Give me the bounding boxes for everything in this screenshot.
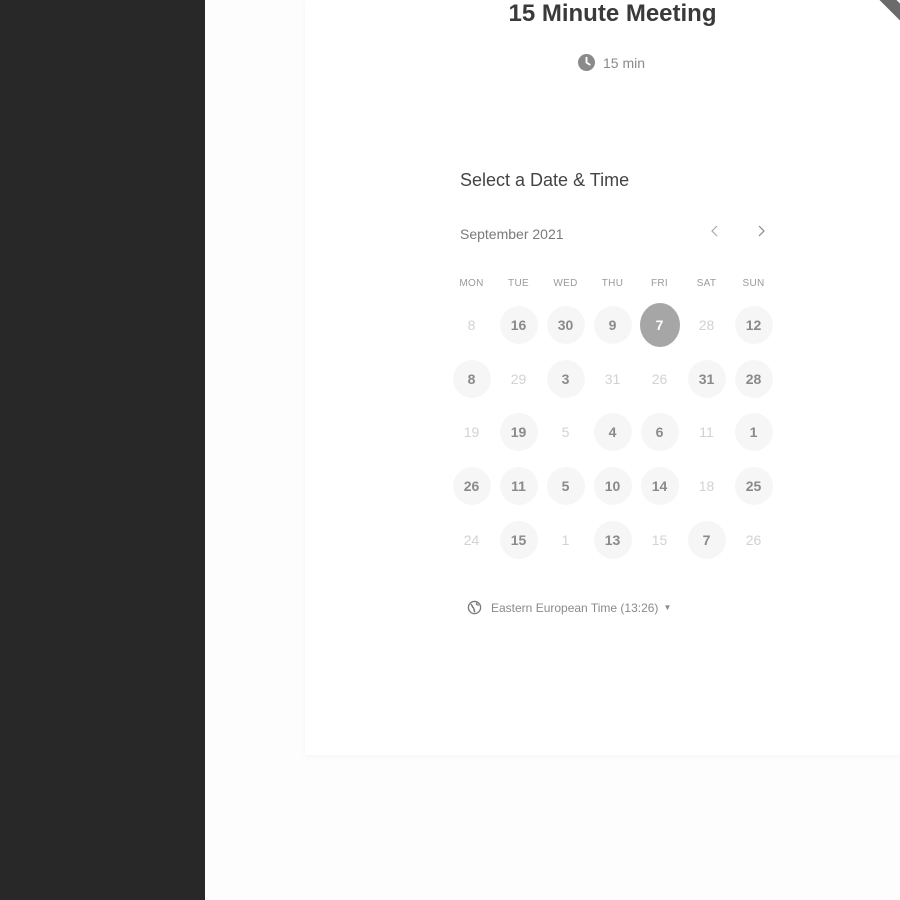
- calendar-cell: 4: [589, 405, 636, 459]
- calendar-day-available[interactable]: 19: [499, 413, 538, 452]
- event-duration: 15 min: [578, 54, 645, 71]
- calendar-cell: 26: [448, 459, 495, 513]
- chevron-right-icon: [758, 225, 765, 237]
- calendar-day-available[interactable]: 9: [593, 305, 632, 344]
- calendar-day-available[interactable]: 3: [546, 359, 585, 398]
- calendar-day-available[interactable]: 5: [546, 466, 585, 505]
- calendar-cell: 1: [730, 405, 777, 459]
- calendar-day-available[interactable]: 12: [734, 305, 773, 344]
- calendar-day-unavailable: 8: [467, 316, 476, 333]
- calendar-day-available[interactable]: 28: [734, 359, 773, 398]
- page: 15 Minute Meeting 15 min Select a Date &…: [0, 0, 900, 900]
- calendar-day-available[interactable]: 4: [593, 413, 632, 452]
- calendar-cell: 24: [448, 513, 495, 567]
- calendar-cell: 31: [589, 352, 636, 406]
- chevron-left-icon: [711, 225, 718, 237]
- calendar-cell: 5: [542, 405, 589, 459]
- calendar-day-unavailable: 11: [699, 424, 714, 441]
- calendar-cell: 19: [448, 405, 495, 459]
- next-month-button[interactable]: [750, 222, 772, 244]
- calendar-cell: 8: [448, 352, 495, 406]
- calendar-cell: 6: [636, 405, 683, 459]
- calendar-cell: 1: [542, 513, 589, 567]
- left-dark-panel: [0, 0, 205, 900]
- calendar-day-unavailable: 26: [745, 531, 762, 548]
- calendar-day-unavailable: 18: [698, 477, 715, 494]
- calendar-cell: 11: [495, 459, 542, 513]
- calendar-day-available[interactable]: 7: [687, 520, 726, 559]
- calendar-cell: 28: [683, 298, 730, 352]
- weekday-label: FRI: [650, 278, 668, 289]
- calendar-cell: 15: [636, 513, 683, 567]
- calendar-day-available[interactable]: 15: [499, 520, 538, 559]
- calendar-day-available[interactable]: 26: [452, 466, 491, 505]
- calendar-day-unavailable: 19: [463, 424, 480, 441]
- calendar-day-unavailable: 31: [604, 370, 621, 387]
- select-date-time-heading: Select a Date & Time: [460, 170, 630, 190]
- calendar-day-unavailable: 26: [651, 370, 668, 387]
- calendar-cell: 11: [683, 405, 730, 459]
- calendar-day-available[interactable]: 30: [546, 305, 585, 344]
- calendar-day-available[interactable]: 11: [499, 466, 538, 505]
- caret-down-icon: ▼: [663, 603, 672, 612]
- calendar-cell: 29: [495, 352, 542, 406]
- calendar-day-unavailable: 29: [510, 370, 527, 387]
- weekday-label: THU: [601, 278, 624, 289]
- globe-icon: [467, 600, 482, 615]
- previous-month-button[interactable]: [704, 222, 726, 244]
- calendar-cell: 3: [542, 352, 589, 406]
- calendar-cell: 13: [589, 513, 636, 567]
- calendar-day-available[interactable]: 14: [640, 466, 679, 505]
- calendar-day-available[interactable]: 31: [687, 359, 726, 398]
- calendar-cell: 19: [495, 405, 542, 459]
- weekday-header-row: MON TUE WED THU FRI SAT SUN: [448, 278, 776, 289]
- weekday-label: WED: [553, 278, 578, 289]
- calendar-cell: 7: [636, 298, 683, 352]
- calendar-cell: 9: [589, 298, 636, 352]
- calendar-grid: 8 16 30 9 7 28 12 8 29 3 31 26 31 28 19 19 5 4 6 11 1 26 11 5 10…: [448, 298, 777, 566]
- weekday-label: SAT: [696, 278, 717, 289]
- calendar-cell: 30: [542, 298, 589, 352]
- calendar-day-unavailable: 24: [463, 531, 480, 548]
- calendar-cell: 10: [589, 459, 636, 513]
- calendar-cell: 26: [636, 352, 683, 406]
- calendar-cell: 7: [683, 513, 730, 567]
- calendar-cell: 16: [495, 298, 542, 352]
- weekday-label: MON: [459, 278, 484, 289]
- calendar-day-available[interactable]: 10: [593, 466, 632, 505]
- month-navigation: September 2021: [460, 224, 772, 246]
- calendar-cell: 26: [730, 513, 777, 567]
- calendar-cell: 28: [730, 352, 777, 406]
- calendar-day-available[interactable]: 6: [640, 413, 679, 452]
- calendar-cell: 8: [448, 298, 495, 352]
- calendar-day-unavailable: 15: [651, 531, 668, 548]
- calendar-day-unavailable: 28: [698, 316, 715, 333]
- event-title: 15 Minute Meeting: [508, 0, 717, 27]
- weekday-label: SUN: [742, 278, 765, 289]
- clock-icon: [578, 54, 595, 71]
- calendar-day-available[interactable]: 8: [452, 359, 491, 398]
- timezone-label: Eastern European Time (13:26): [491, 600, 659, 615]
- month-label: September 2021: [460, 226, 564, 242]
- calendar-day-available[interactable]: 25: [734, 466, 773, 505]
- calendar-day-available[interactable]: 13: [593, 520, 632, 559]
- timezone-selector[interactable]: Eastern European Time (13:26) ▼: [467, 600, 671, 615]
- calendar-day-selected[interactable]: 7: [639, 302, 680, 347]
- corner-ribbon-badge[interactable]: [876, 0, 900, 26]
- ribbon-bar: [876, 0, 900, 25]
- calendar-cell: 25: [730, 459, 777, 513]
- calendar-day-unavailable: 1: [561, 531, 570, 548]
- weekday-label: TUE: [508, 278, 529, 289]
- calendar-cell: 18: [683, 459, 730, 513]
- calendar-cell: 14: [636, 459, 683, 513]
- calendar-cell: 15: [495, 513, 542, 567]
- calendar-day-available[interactable]: 16: [499, 305, 538, 344]
- duration-label: 15 min: [603, 54, 646, 71]
- calendar-cell: 31: [683, 352, 730, 406]
- calendar-day-available[interactable]: 1: [734, 413, 773, 452]
- calendar-cell: 12: [730, 298, 777, 352]
- calendar-cell: 5: [542, 459, 589, 513]
- calendar-day-unavailable: 5: [561, 424, 570, 441]
